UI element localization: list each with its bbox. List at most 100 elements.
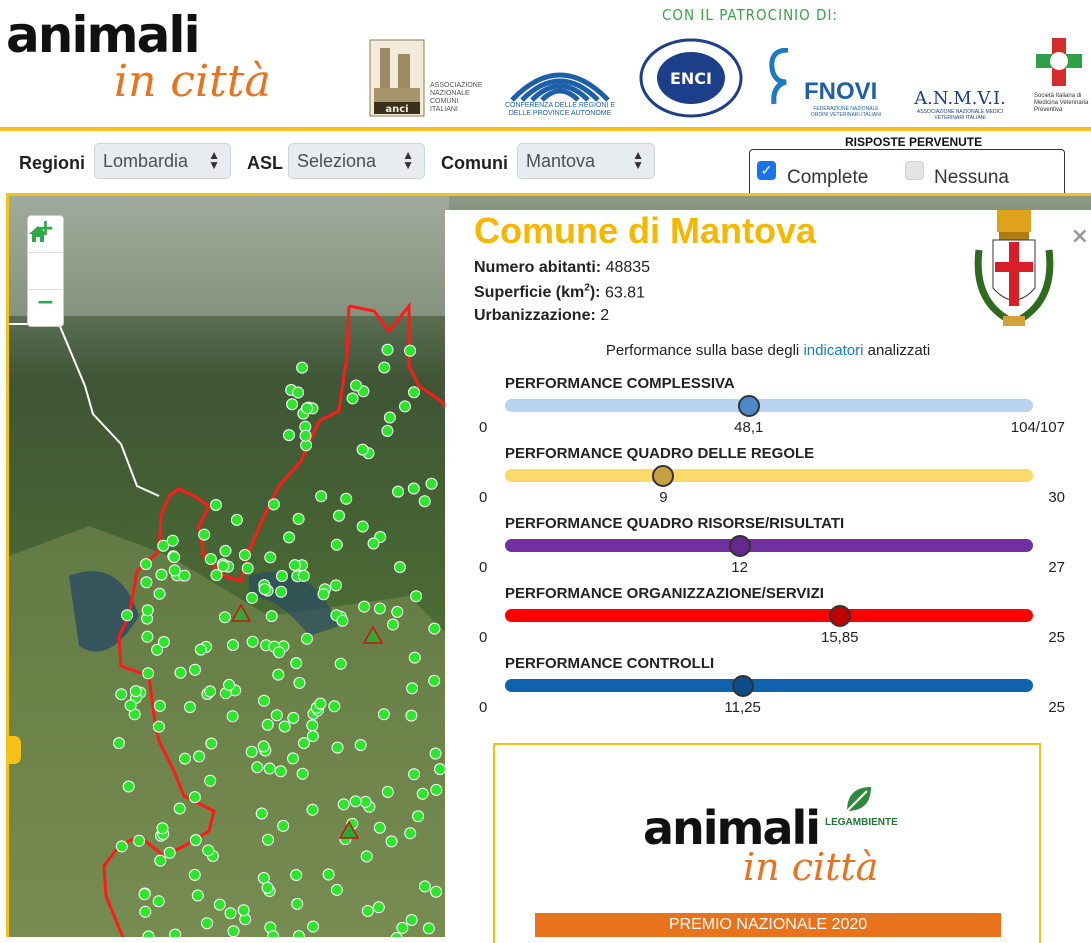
home-button[interactable] bbox=[28, 226, 63, 290]
comune-marker[interactable] bbox=[412, 810, 425, 823]
comune-marker[interactable] bbox=[205, 737, 218, 750]
comune-marker[interactable] bbox=[307, 920, 320, 933]
comune-marker[interactable] bbox=[210, 569, 223, 582]
comune-marker[interactable] bbox=[315, 490, 328, 503]
comune-marker[interactable] bbox=[301, 402, 313, 415]
comune-marker[interactable] bbox=[385, 835, 398, 848]
comune-marker[interactable] bbox=[154, 854, 167, 867]
comune-marker[interactable] bbox=[306, 719, 319, 732]
comune-marker[interactable] bbox=[399, 400, 411, 413]
comune-marker[interactable] bbox=[202, 844, 215, 857]
comune-marker[interactable] bbox=[349, 795, 362, 808]
comune-marker[interactable] bbox=[361, 905, 374, 917]
comune-marker[interactable] bbox=[286, 398, 299, 411]
comune-marker[interactable] bbox=[383, 411, 396, 424]
comune-marker[interactable] bbox=[381, 343, 394, 356]
comune-marker[interactable] bbox=[381, 424, 394, 437]
comune-marker[interactable] bbox=[416, 787, 429, 800]
comune-marker[interactable] bbox=[331, 741, 344, 754]
comune-marker[interactable] bbox=[115, 840, 128, 853]
comune-marker[interactable] bbox=[393, 561, 406, 574]
comune-marker[interactable] bbox=[278, 720, 291, 733]
comune-marker[interactable] bbox=[267, 930, 280, 937]
comune-marker[interactable] bbox=[169, 928, 182, 937]
comune-marker[interactable] bbox=[276, 570, 288, 582]
comune-marker[interactable] bbox=[283, 531, 296, 544]
comune-marker[interactable] bbox=[317, 588, 330, 601]
comune-marker[interactable] bbox=[174, 666, 187, 679]
comune-marker[interactable] bbox=[140, 576, 153, 589]
comune-marker[interactable] bbox=[287, 752, 299, 765]
comune-marker[interactable] bbox=[153, 587, 166, 600]
comune-marker[interactable] bbox=[336, 614, 349, 627]
comune-marker[interactable] bbox=[356, 443, 369, 456]
comune-marker[interactable] bbox=[210, 499, 222, 511]
comune-marker[interactable] bbox=[422, 922, 435, 935]
comune-marker[interactable] bbox=[189, 663, 201, 676]
comune-marker[interactable] bbox=[258, 583, 271, 596]
comune-marker[interactable] bbox=[381, 785, 394, 798]
comune-marker[interactable] bbox=[189, 834, 202, 847]
comune-marker[interactable] bbox=[142, 667, 155, 680]
comune-marker[interactable] bbox=[273, 646, 285, 659]
comune-marker[interactable] bbox=[124, 699, 137, 712]
comune-marker[interactable] bbox=[346, 392, 359, 405]
comune-marker[interactable] bbox=[330, 579, 342, 592]
comune-marker[interactable] bbox=[292, 386, 305, 399]
comune-marker[interactable] bbox=[223, 678, 236, 691]
comune-marker[interactable] bbox=[141, 604, 154, 617]
comune-marker[interactable] bbox=[226, 710, 239, 723]
comune-marker[interactable] bbox=[428, 622, 441, 635]
comune-marker[interactable] bbox=[404, 827, 417, 840]
comune-marker[interactable] bbox=[264, 551, 277, 564]
slider-knob[interactable] bbox=[652, 464, 675, 487]
comuni-select[interactable]: Mantova ▲ ▼ bbox=[517, 143, 655, 179]
comune-marker[interactable] bbox=[241, 562, 254, 575]
nessuna-label[interactable]: Nessuna bbox=[934, 167, 1009, 189]
comune-marker[interactable] bbox=[299, 429, 312, 442]
comune-marker[interactable] bbox=[115, 688, 128, 701]
comune-marker[interactable] bbox=[277, 819, 290, 832]
comune-marker[interactable] bbox=[373, 602, 386, 615]
comune-marker[interactable] bbox=[372, 901, 385, 914]
comune-marker[interactable] bbox=[328, 700, 341, 713]
comune-marker[interactable] bbox=[122, 780, 135, 793]
comune-marker[interactable] bbox=[179, 752, 191, 765]
comune-marker[interactable] bbox=[405, 914, 418, 926]
comune-marker[interactable] bbox=[257, 740, 270, 753]
comune-marker[interactable] bbox=[306, 803, 319, 816]
comune-marker[interactable] bbox=[430, 885, 443, 898]
comune-marker[interactable] bbox=[418, 880, 431, 893]
comune-marker[interactable] bbox=[263, 762, 276, 775]
comune-marker[interactable] bbox=[155, 568, 168, 581]
comune-marker[interactable] bbox=[188, 868, 201, 881]
zoom-out-button[interactable]: − bbox=[28, 290, 63, 326]
comune-marker[interactable] bbox=[267, 498, 280, 511]
comune-marker[interactable] bbox=[255, 807, 268, 820]
comune-marker[interactable] bbox=[191, 889, 204, 902]
comune-marker[interactable] bbox=[265, 610, 278, 623]
indicatori-link[interactable]: indicatori bbox=[803, 342, 863, 359]
comune-marker[interactable] bbox=[139, 905, 152, 918]
comune-marker[interactable] bbox=[322, 868, 335, 881]
comune-marker[interactable] bbox=[142, 930, 155, 937]
comune-marker[interactable] bbox=[408, 651, 421, 664]
comune-marker[interactable] bbox=[333, 509, 345, 522]
comune-marker[interactable] bbox=[113, 737, 125, 750]
comune-marker[interactable] bbox=[410, 590, 423, 603]
comune-marker[interactable] bbox=[274, 765, 287, 778]
comune-marker[interactable] bbox=[270, 709, 283, 722]
comune-marker[interactable] bbox=[291, 897, 304, 910]
comune-marker[interactable] bbox=[163, 846, 176, 859]
comune-marker[interactable] bbox=[226, 639, 239, 651]
comune-marker[interactable] bbox=[121, 609, 134, 622]
slider-knob[interactable] bbox=[828, 604, 851, 627]
regioni-select[interactable]: Lombardia ▲ ▼ bbox=[94, 143, 231, 179]
comune-marker[interactable] bbox=[296, 767, 309, 780]
comune-marker[interactable] bbox=[194, 643, 207, 656]
comune-marker[interactable] bbox=[391, 605, 404, 618]
premio-banner[interactable]: animali in città LEGAMBIENTE PREMIO NAZI… bbox=[493, 743, 1041, 943]
comune-marker[interactable] bbox=[230, 513, 243, 526]
comune-marker[interactable] bbox=[275, 585, 288, 598]
comune-marker[interactable] bbox=[297, 737, 310, 750]
